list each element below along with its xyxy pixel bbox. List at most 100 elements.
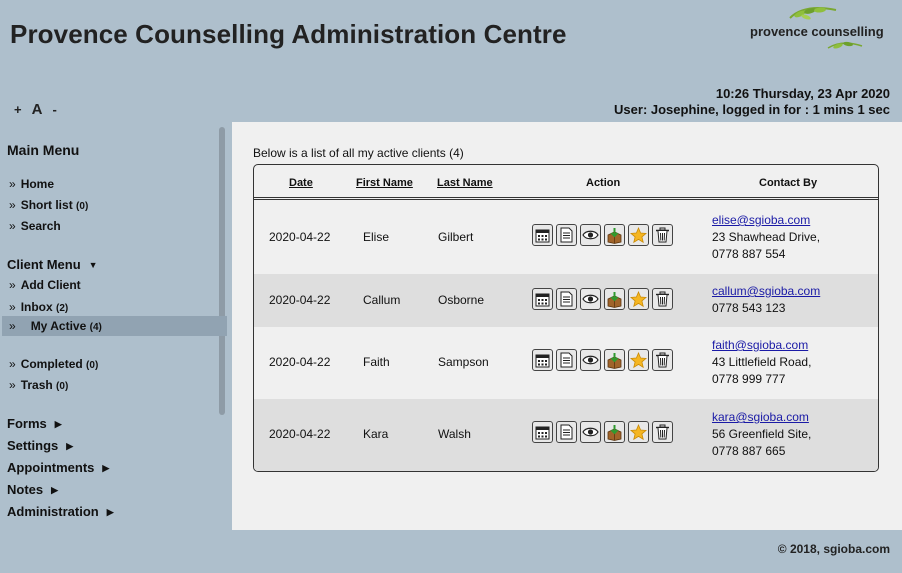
col-first-name-header[interactable]: First Name: [356, 177, 413, 189]
schedule-button[interactable]: [532, 288, 553, 310]
chevron-right-icon: ▶: [51, 485, 59, 495]
email-link[interactable]: kara@sgioba.com: [712, 410, 809, 424]
trash-icon: [655, 424, 670, 440]
calendar-icon: [535, 228, 550, 243]
trash-icon: [655, 352, 670, 368]
box-download-icon: [606, 424, 623, 441]
contact-phone: 0778 999 777: [712, 372, 786, 386]
font-size-controls: + A -: [14, 101, 57, 118]
contact-info: callum@sgioba.com 0778 543 123: [712, 283, 820, 317]
table-row: 2020-04-22 Elise Gilbert elise@sgioba.com 23…: [254, 202, 878, 274]
schedule-button[interactable]: [532, 421, 553, 443]
contact-address: 43 Littlefield Road,: [712, 355, 812, 369]
sidebar-item-trash[interactable]: » Trash (0): [9, 378, 68, 392]
section-settings[interactable]: Settings ▶: [7, 438, 73, 453]
star-icon: [630, 351, 647, 369]
cell-first-name: Faith: [363, 355, 390, 369]
document-icon: [559, 352, 574, 368]
contact-phone: 0778 887 665: [712, 444, 786, 458]
calendar-icon: [535, 292, 550, 307]
item-count: (2): [56, 303, 69, 314]
view-button[interactable]: [580, 349, 601, 371]
copyright: © 2018, sgioba.com: [777, 542, 890, 556]
eye-icon: [582, 354, 599, 366]
sidebar-item-my-active[interactable]: » My Active (4): [2, 316, 227, 336]
delete-button[interactable]: [652, 224, 673, 246]
clients-table: Date First Name Last Name Action Contact…: [253, 164, 879, 472]
font-decrease-button[interactable]: -: [52, 102, 56, 117]
raquo-icon: »: [9, 357, 16, 371]
view-button[interactable]: [580, 288, 601, 310]
raquo-icon: »: [9, 219, 16, 233]
sidebar-item-add-client[interactable]: » Add Client: [9, 278, 81, 292]
app-header: Provence Counselling Administration Cent…: [0, 0, 902, 122]
col-action-header: Action: [586, 177, 621, 189]
favourite-button[interactable]: [628, 288, 649, 310]
email-link[interactable]: callum@sgioba.com: [712, 284, 820, 298]
raquo-icon: »: [9, 177, 16, 191]
notes-button[interactable]: [556, 288, 577, 310]
archive-button[interactable]: [604, 224, 625, 246]
brand-logo[interactable]: provence counselling: [748, 6, 893, 54]
cell-first-name: Elise: [363, 230, 390, 244]
sidebar-item-home[interactable]: » Home: [9, 177, 54, 191]
cell-first-name: Kara: [363, 427, 389, 441]
star-icon: [630, 226, 647, 244]
delete-button[interactable]: [652, 349, 673, 371]
view-button[interactable]: [580, 224, 601, 246]
notes-button[interactable]: [556, 349, 577, 371]
notes-button[interactable]: [556, 224, 577, 246]
footer: © 2018, sgioba.com: [232, 530, 902, 573]
favourite-button[interactable]: [628, 349, 649, 371]
sidebar-scrollbar[interactable]: [219, 127, 225, 415]
current-datetime: 10:26 Thursday, 23 Apr 2020: [715, 86, 890, 101]
chevron-right-icon: ▶: [102, 463, 110, 473]
section-notes[interactable]: Notes ▶: [7, 482, 58, 497]
section-forms[interactable]: Forms ▶: [7, 416, 62, 431]
raquo-icon: »: [9, 319, 16, 333]
session-info: 10:26 Thursday, 23 Apr 2020 User: Joseph…: [614, 86, 890, 118]
section-administration[interactable]: Administration ▶: [7, 504, 114, 519]
table-header: Date First Name Last Name Action Contact…: [254, 165, 878, 200]
view-button[interactable]: [580, 421, 601, 443]
item-count: (0): [56, 381, 69, 392]
box-download-icon: [606, 291, 623, 308]
schedule-button[interactable]: [532, 349, 553, 371]
row-actions: [532, 349, 673, 371]
sidebar-item-completed[interactable]: » Completed (0): [9, 357, 98, 371]
user-status: User: Josephine, logged in for : 1 mins …: [614, 102, 890, 117]
archive-button[interactable]: [604, 288, 625, 310]
sidebar-item-search[interactable]: » Search: [9, 219, 61, 233]
favourite-button[interactable]: [628, 224, 649, 246]
document-icon: [559, 227, 574, 243]
section-appointments[interactable]: Appointments ▶: [7, 460, 109, 475]
client-menu-toggle[interactable]: Client Menu ▼: [7, 257, 98, 272]
item-count: (0): [76, 201, 89, 212]
cell-date: 2020-04-22: [269, 427, 331, 441]
archive-button[interactable]: [604, 349, 625, 371]
sidebar-item-inbox[interactable]: » Inbox (2): [9, 300, 68, 314]
font-increase-button[interactable]: +: [14, 102, 22, 117]
calendar-icon: [535, 425, 550, 440]
email-link[interactable]: elise@sgioba.com: [712, 213, 810, 227]
delete-button[interactable]: [652, 288, 673, 310]
app-title: Provence Counselling Administration Cent…: [10, 19, 567, 49]
cell-first-name: Callum: [363, 293, 401, 307]
item-count: (4): [89, 322, 102, 333]
schedule-button[interactable]: [532, 224, 553, 246]
sidebar-item-short-list[interactable]: » Short list (0): [9, 198, 88, 212]
eye-icon: [582, 426, 599, 438]
box-download-icon: [606, 352, 623, 369]
favourite-button[interactable]: [628, 421, 649, 443]
contact-phone: 0778 543 123: [712, 301, 786, 315]
col-last-name-header[interactable]: Last Name: [437, 177, 493, 189]
delete-button[interactable]: [652, 421, 673, 443]
archive-button[interactable]: [604, 421, 625, 443]
col-date-header[interactable]: Date: [289, 177, 313, 189]
raquo-icon: »: [9, 278, 16, 292]
notes-button[interactable]: [556, 421, 577, 443]
email-link[interactable]: faith@sgioba.com: [712, 338, 808, 352]
client-menu-heading: Client Menu: [7, 257, 81, 272]
leaf-logo-icon: [789, 7, 837, 20]
contact-address: 23 Shawhead Drive,: [712, 230, 821, 244]
